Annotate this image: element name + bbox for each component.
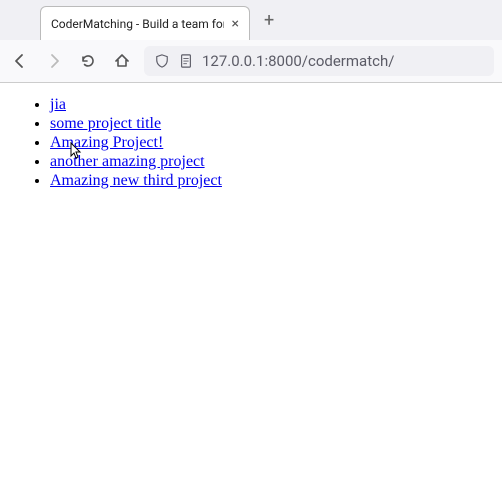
page-icon xyxy=(178,53,194,69)
list-item: another amazing project xyxy=(50,153,492,171)
tab-strip: CoderMatching - Build a team for y × + xyxy=(0,0,502,40)
list-item: Amazing Project! xyxy=(50,134,492,152)
list-item: jia xyxy=(50,96,492,114)
home-button[interactable] xyxy=(110,49,134,73)
page-content: jia some project title Amazing Project! … xyxy=(0,83,502,203)
arrow-right-icon xyxy=(46,53,62,69)
home-icon xyxy=(114,53,130,69)
close-icon[interactable]: × xyxy=(230,16,241,32)
project-list: jia some project title Amazing Project! … xyxy=(10,96,492,190)
url-text: 127.0.0.1:8000/codermatch/ xyxy=(202,52,394,70)
arrow-left-icon xyxy=(12,53,28,69)
back-button[interactable] xyxy=(8,49,32,73)
reload-icon xyxy=(80,53,96,69)
list-item: Amazing new third project xyxy=(50,172,492,190)
browser-chrome: CoderMatching - Build a team for y × + 1… xyxy=(0,0,502,83)
project-link[interactable]: jia xyxy=(50,96,66,113)
new-tab-button[interactable]: + xyxy=(260,6,278,35)
toolbar: 127.0.0.1:8000/codermatch/ xyxy=(0,40,502,82)
address-bar[interactable]: 127.0.0.1:8000/codermatch/ xyxy=(144,46,494,76)
project-link[interactable]: Amazing Project! xyxy=(50,134,163,151)
project-link[interactable]: Amazing new third project xyxy=(50,172,222,189)
tab-title: CoderMatching - Build a team for y xyxy=(51,17,224,31)
project-link[interactable]: another amazing project xyxy=(50,153,205,170)
project-link[interactable]: some project title xyxy=(50,115,161,132)
browser-tab[interactable]: CoderMatching - Build a team for y × xyxy=(40,6,250,40)
forward-button[interactable] xyxy=(42,49,66,73)
list-item: some project title xyxy=(50,115,492,133)
reload-button[interactable] xyxy=(76,49,100,73)
shield-icon xyxy=(154,53,170,69)
